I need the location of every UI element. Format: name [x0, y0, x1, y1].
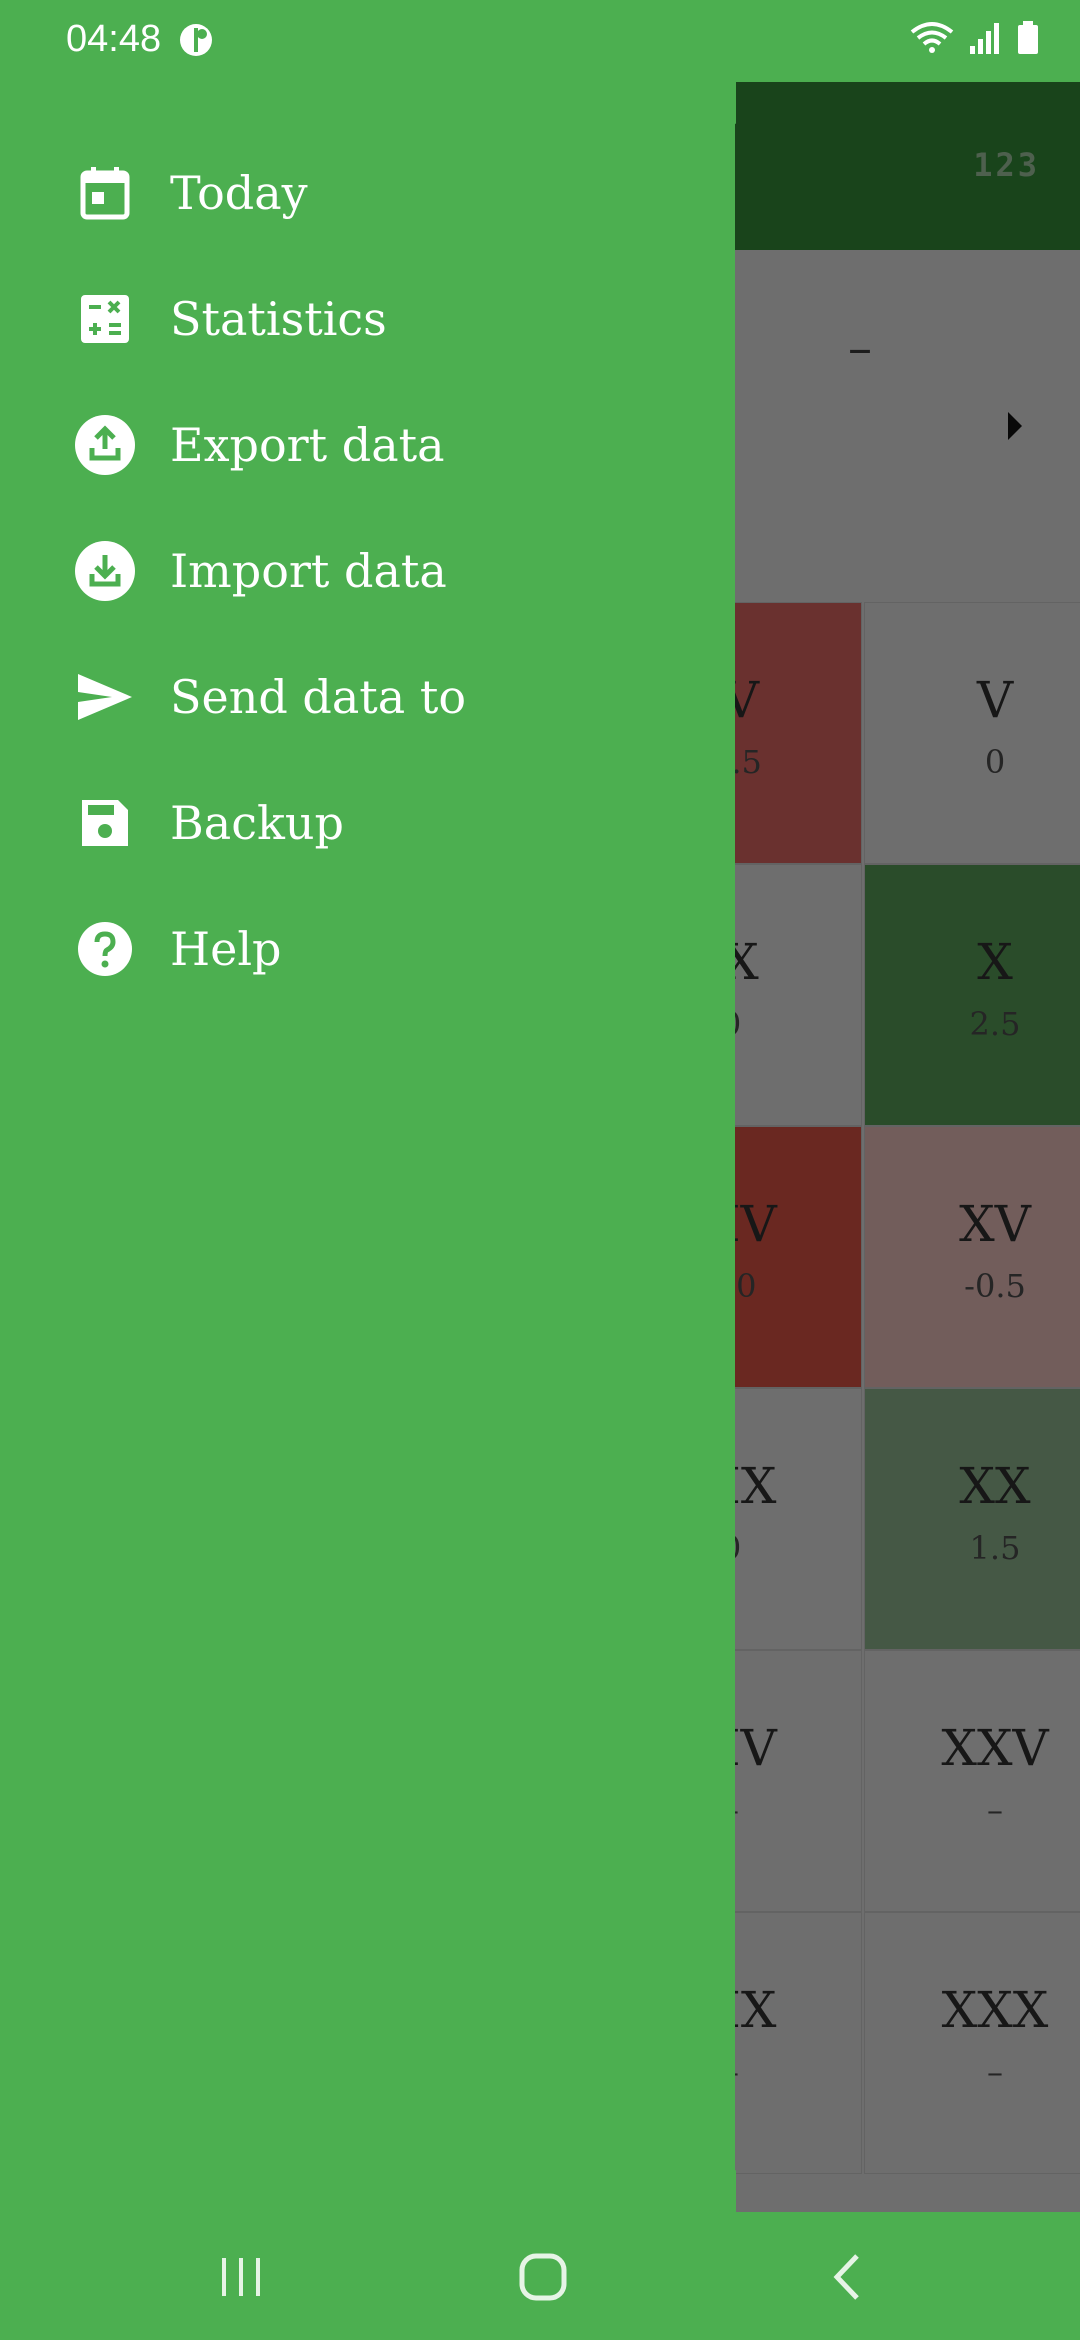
save-icon — [74, 792, 136, 854]
menu-label-send-data-to: Send data to — [170, 670, 467, 724]
recents-button[interactable] — [196, 2242, 286, 2312]
menu-label-help: Help — [170, 922, 282, 976]
menu-label-today: Today — [170, 166, 308, 220]
status-time: 04:48 — [66, 18, 162, 60]
upload-icon — [74, 414, 136, 476]
menu-label-import-data: Import data — [170, 544, 447, 598]
app-notification-icon — [180, 24, 212, 56]
help-icon — [74, 918, 136, 980]
download-icon — [74, 540, 136, 602]
home-button[interactable] — [498, 2242, 588, 2312]
menu-item-help[interactable]: Help — [0, 886, 735, 1012]
menu-item-import-data[interactable]: Import data — [0, 508, 735, 634]
status-bar: 04:48 — [0, 0, 1080, 82]
status-icons — [910, 20, 1040, 56]
drawer-notch-bottom — [694, 2170, 736, 2212]
back-button[interactable] — [802, 2242, 892, 2312]
system-nav-bar — [0, 2212, 1080, 2340]
drawer-notch-top — [694, 82, 736, 124]
calculator-icon — [74, 288, 136, 350]
send-icon — [74, 666, 136, 728]
menu-item-statistics[interactable]: Statistics — [0, 256, 735, 382]
home-icon — [519, 2253, 567, 2301]
menu-label-export-data: Export data — [170, 418, 445, 472]
battery-icon — [1018, 21, 1038, 54]
menu-item-export-data[interactable]: Export data — [0, 382, 735, 508]
menu-item-backup[interactable]: Backup — [0, 760, 735, 886]
menu-label-statistics: Statistics — [170, 292, 387, 346]
menu-item-today[interactable]: Today — [0, 130, 735, 256]
recents-icon — [222, 2258, 260, 2296]
calendar-icon — [74, 162, 136, 224]
back-icon — [833, 2254, 859, 2300]
menu-label-backup: Backup — [170, 796, 344, 850]
wifi-icon — [910, 22, 954, 53]
menu-item-send-data-to[interactable]: Send data to — [0, 634, 735, 760]
signal-icon — [970, 23, 999, 54]
